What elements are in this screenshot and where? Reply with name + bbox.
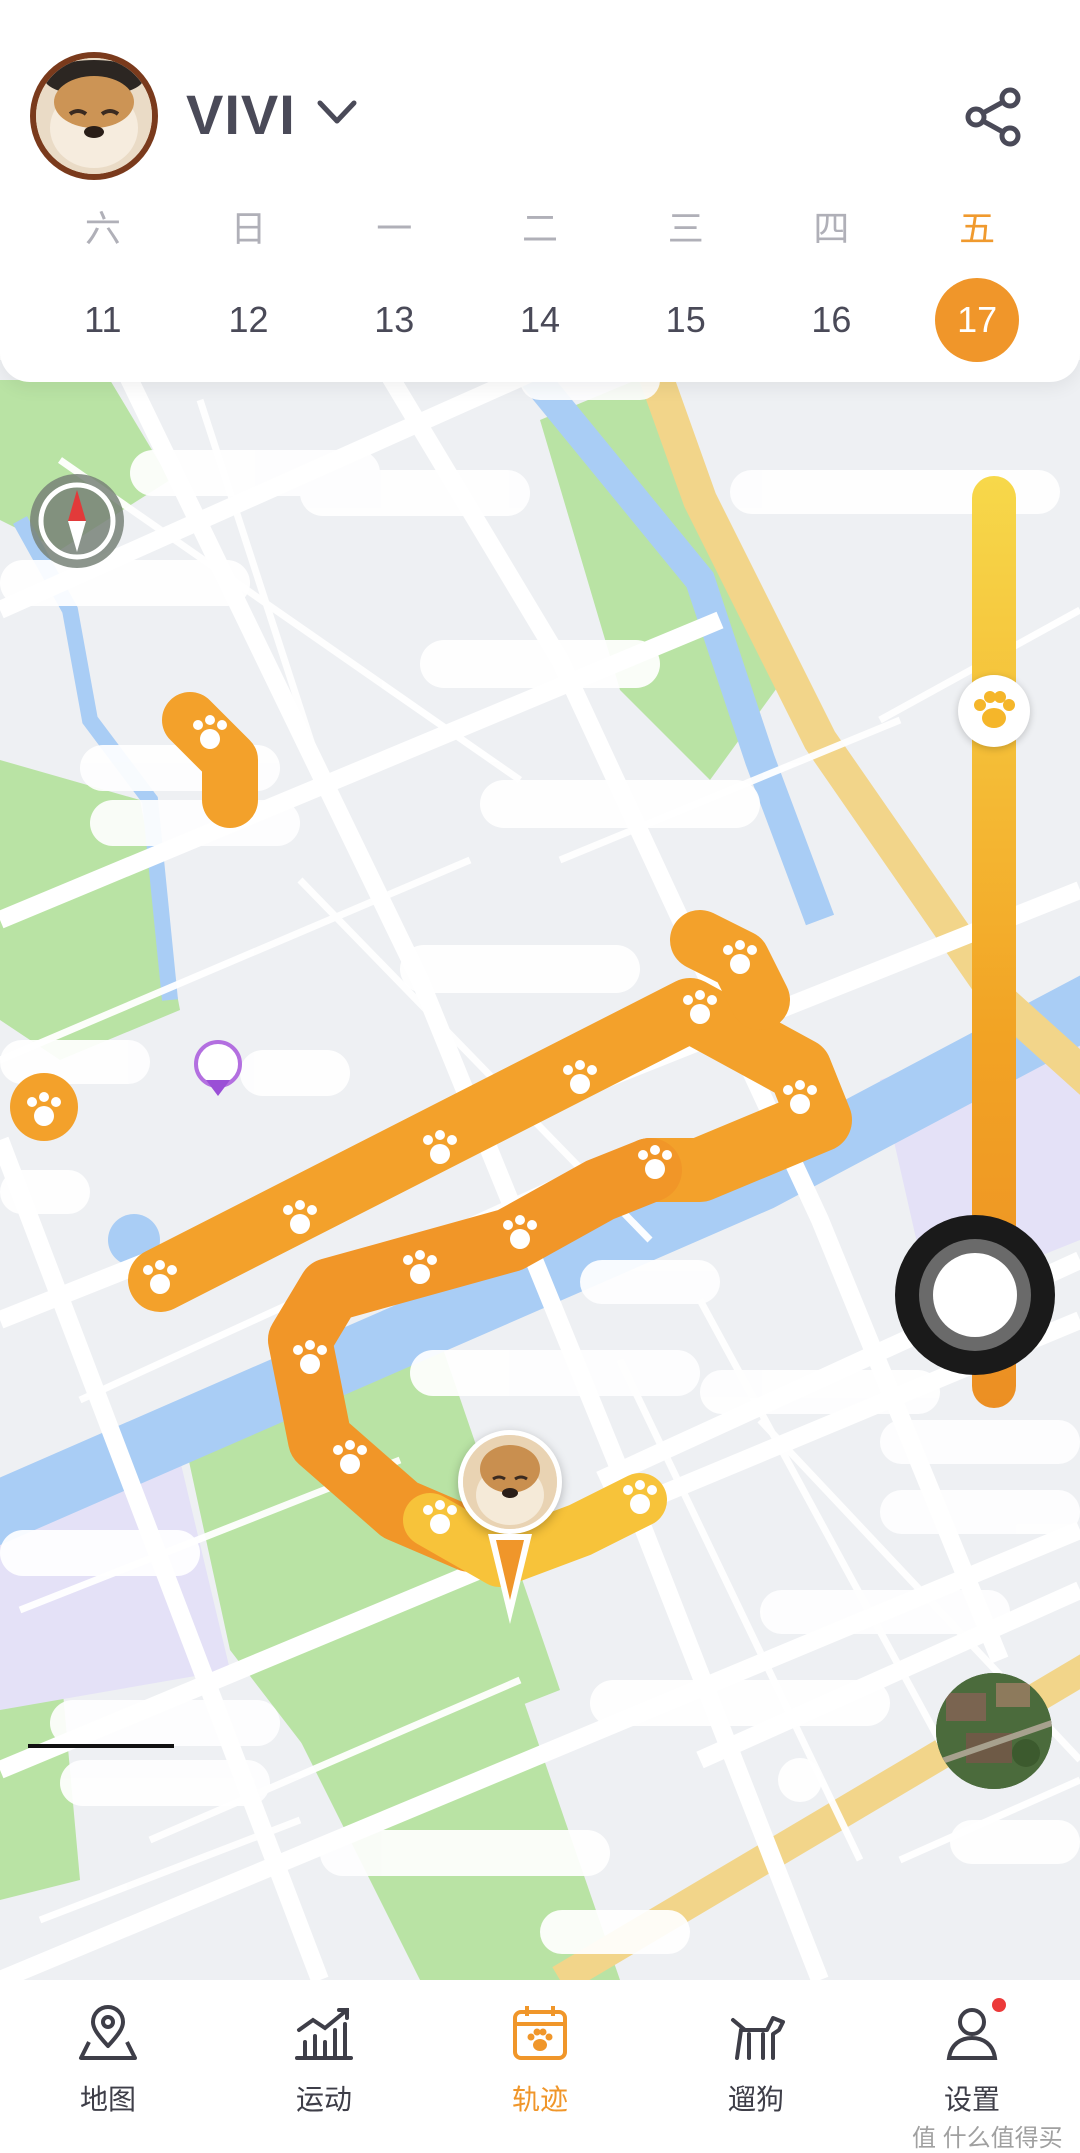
map-pin-icon <box>79 2005 137 2060</box>
day-fri-selected[interactable]: 五 17 <box>904 200 1050 362</box>
day-sun[interactable]: 日 12 <box>176 200 322 362</box>
map-scale-bar <box>28 1744 174 1748</box>
day-sat[interactable]: 六 11 <box>30 200 176 362</box>
date-number: 16 <box>811 299 852 340</box>
date-number: 13 <box>374 299 415 340</box>
dog-walk-icon <box>731 2016 785 2060</box>
pet-name[interactable]: VIVI <box>186 82 296 147</box>
pet-location-marker[interactable] <box>458 1430 562 1630</box>
notification-badge <box>992 1998 1006 2012</box>
nav-item-track[interactable]: 轨迹 <box>432 1980 648 2153</box>
nav-item-activity[interactable]: 运动 <box>216 1980 432 2153</box>
nav-item-walk[interactable]: 遛狗 <box>648 1980 864 2153</box>
nav-label: 遛狗 <box>727 2084 784 2115</box>
date-number: 12 <box>228 299 269 340</box>
satellite-view-toggle[interactable] <box>936 1673 1052 1789</box>
week-date-selector: 六 11 日 12 一 13 二 14 三 15 四 16 五 17 <box>30 200 1050 362</box>
pin-icon <box>488 1534 532 1624</box>
nav-item-map[interactable]: 地图 <box>0 1980 216 2153</box>
watermark: 值 什么值得买 <box>912 2125 1063 2152</box>
date-number: 14 <box>519 299 560 340</box>
activity-chart-icon <box>295 2008 353 2060</box>
compass-icon[interactable] <box>30 474 124 568</box>
time-slider-handle[interactable] <box>895 1215 1055 1375</box>
weekday-label: 二 <box>521 208 558 249</box>
date-number: 15 <box>665 299 706 340</box>
nav-label: 地图 <box>79 2084 136 2115</box>
weekday-label: 五 <box>959 208 996 249</box>
weekday-label: 三 <box>667 208 704 249</box>
nav-label: 轨迹 <box>511 2084 568 2115</box>
paw-icon <box>958 675 1030 747</box>
header: VIVI 六 11 日 12 一 13 二 14 三 15 四 16 五 17 <box>0 0 1080 382</box>
nav-label: 运动 <box>295 2084 352 2115</box>
weekday-label: 一 <box>376 208 413 249</box>
share-icon[interactable] <box>962 86 1024 148</box>
day-mon[interactable]: 一 13 <box>321 200 467 362</box>
map-canvas <box>0 360 1080 1980</box>
calendar-paw-icon <box>513 2006 567 2060</box>
weekday-label: 四 <box>813 208 850 249</box>
day-thu[interactable]: 四 16 <box>759 200 905 362</box>
day-tue[interactable]: 二 14 <box>467 200 613 362</box>
weekday-label: 六 <box>84 208 121 249</box>
day-wed[interactable]: 三 15 <box>613 200 759 362</box>
pet-marker-avatar <box>458 1430 562 1534</box>
nav-label: 设置 <box>943 2084 1000 2115</box>
chevron-down-icon[interactable] <box>316 95 358 131</box>
weekday-label: 日 <box>230 208 267 249</box>
slider-handle-core <box>933 1253 1017 1337</box>
avatar[interactable] <box>30 52 158 180</box>
date-number-selected: 17 <box>935 278 1020 362</box>
map-view[interactable] <box>0 360 1080 1980</box>
date-number: 11 <box>84 299 122 340</box>
